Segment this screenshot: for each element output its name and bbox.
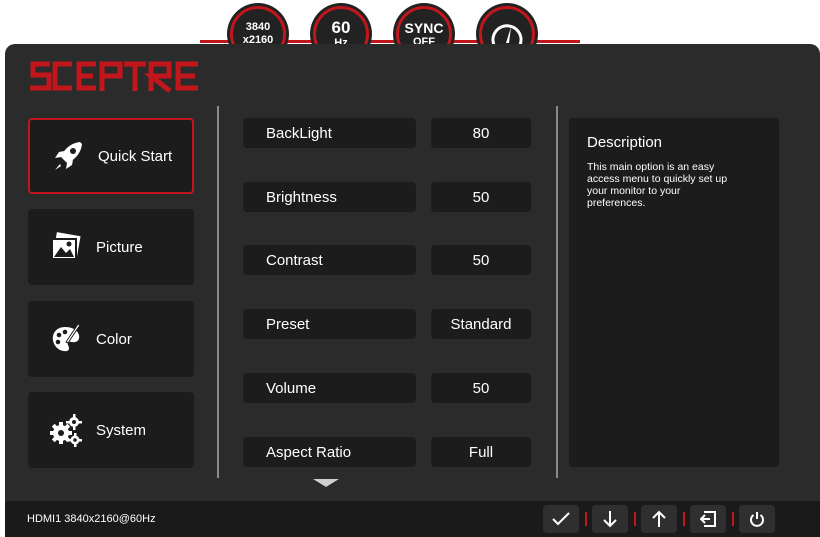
description-panel: Description This main option is an easy … [569,118,779,467]
sidebar-item-label: Color [96,330,132,348]
scroll-down-indicator[interactable] [313,479,339,487]
power-button[interactable] [739,505,775,533]
right-divider [556,106,558,478]
sidebar-item-color[interactable]: Color [28,301,194,377]
palette-icon [48,321,84,357]
option-brightness-value[interactable]: 50 [431,182,531,212]
option-aspect-ratio-value[interactable]: Full [431,437,531,467]
option-aspect-ratio-label[interactable]: Aspect Ratio [243,437,416,467]
control-separator [585,512,587,526]
sidebar-item-label: System [96,421,147,439]
input-info: HDMI1 3840x2160@60Hz [27,513,156,525]
option-contrast-value[interactable]: 50 [431,245,531,275]
sync-label: SYNC [404,19,444,36]
control-separator [683,512,685,526]
arrow-up-icon [652,510,666,527]
option-preset-value[interactable]: Standard [431,309,531,339]
option-volume-label[interactable]: Volume [243,373,416,403]
option-backlight-label[interactable]: BackLight [243,118,416,148]
exit-button[interactable] [690,505,726,533]
confirm-button[interactable] [543,505,579,533]
osd-panel: Quick Start Picture Color System BackLig… [5,44,820,537]
sceptre-logo [30,61,198,93]
sidebar-item-label: Quick Start [98,147,173,165]
sidebar-item-quick-start[interactable]: Quick Start [28,118,194,194]
sidebar-item-system[interactable]: System [28,392,194,468]
check-icon [552,512,570,526]
sidebar-item-picture[interactable]: Picture [28,209,194,285]
control-separator [634,512,636,526]
exit-icon [700,511,716,527]
option-contrast-label[interactable]: Contrast [243,245,416,275]
control-separator [732,512,734,526]
refresh-rate-value: 60 [331,18,351,37]
arrow-down-icon [603,511,617,528]
option-backlight-value[interactable]: 80 [431,118,531,148]
down-button[interactable] [592,505,628,533]
up-button[interactable] [641,505,677,533]
left-divider [217,106,219,478]
option-volume-value[interactable]: 50 [431,373,531,403]
gears-icon [48,412,84,448]
power-icon [750,512,764,527]
option-preset-label[interactable]: Preset [243,309,416,339]
status-bar: HDMI1 3840x2160@60Hz [5,501,820,537]
picture-icon [48,229,84,265]
description-text: This main option is an easy access menu … [587,161,728,209]
description-title: Description [587,134,663,151]
rocket-icon [50,138,86,174]
option-brightness-label[interactable]: Brightness [243,182,416,212]
sidebar-item-label: Picture [96,238,143,256]
resolution-line1: 3840 [245,21,271,33]
